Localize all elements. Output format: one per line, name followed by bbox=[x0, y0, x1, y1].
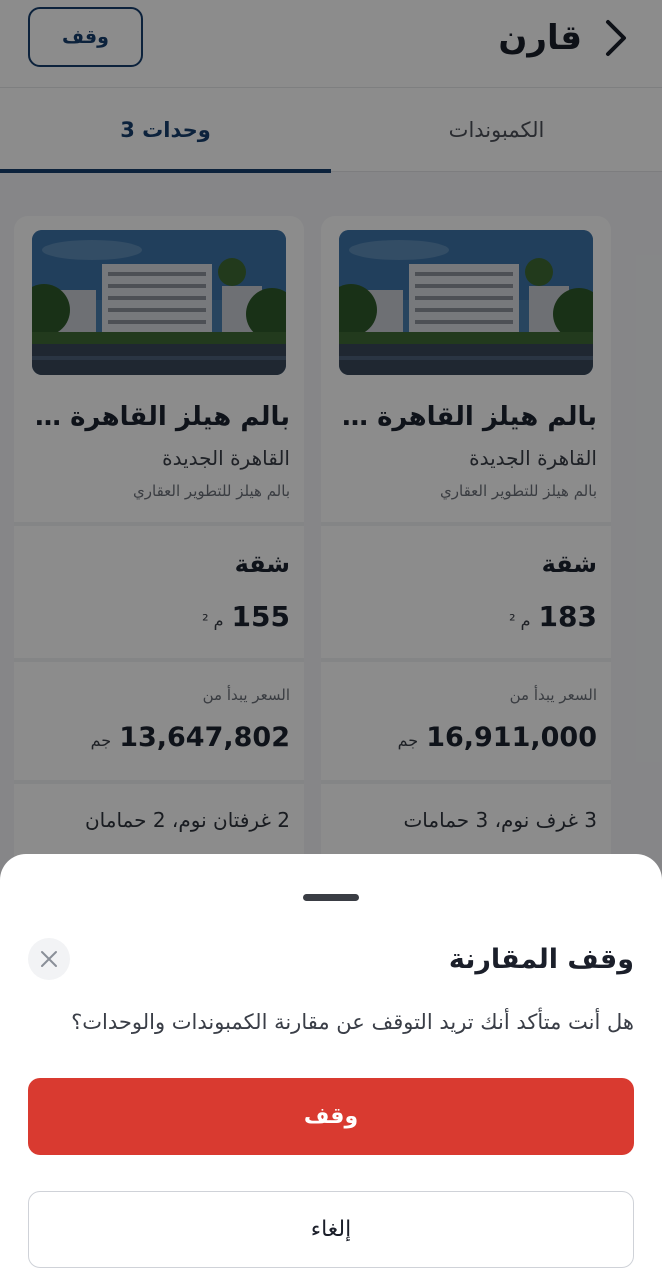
close-button[interactable] bbox=[28, 938, 70, 980]
stop-compare-sheet: وقف المقارنة هل أنت متأكد أنك تريد التوق… bbox=[0, 854, 662, 1280]
drag-handle[interactable] bbox=[303, 894, 359, 901]
cancel-button[interactable]: إلغاء bbox=[28, 1191, 634, 1268]
dialog-title: وقف المقارنة bbox=[448, 944, 634, 975]
confirm-stop-button[interactable]: وقف bbox=[28, 1078, 634, 1155]
dialog-message: هل أنت متأكد أنك تريد التوقف عن مقارنة ا… bbox=[71, 1010, 634, 1034]
close-icon bbox=[41, 951, 57, 967]
